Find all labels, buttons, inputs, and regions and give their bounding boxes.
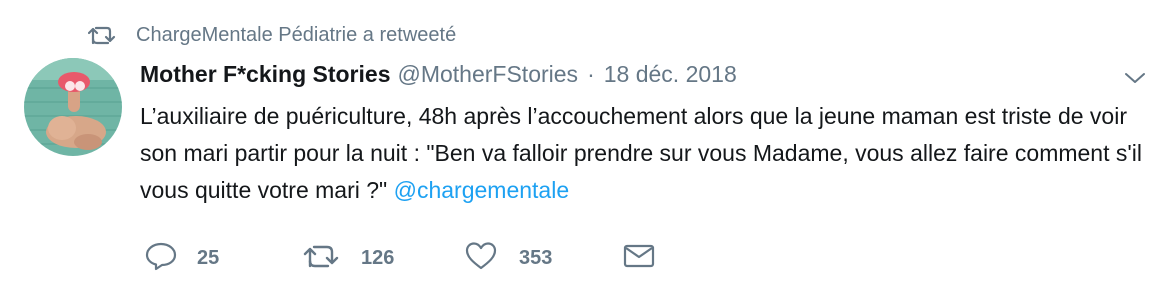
retweet-icon <box>88 24 118 46</box>
author-display-name[interactable]: Mother F*cking Stories <box>140 61 390 88</box>
retweeted-by-label[interactable]: ChargeMentale Pédiatrie a retweeté <box>136 22 456 48</box>
chevron-down-icon[interactable] <box>1124 70 1146 86</box>
reply-icon <box>145 241 177 276</box>
retweet-count: 126 <box>361 246 395 269</box>
tweet-header: Mother F*cking Stories @MotherFStories ·… <box>140 61 737 91</box>
retweet-button[interactable]: 126 <box>303 240 394 276</box>
reply-count: 25 <box>197 246 220 269</box>
envelope-icon <box>623 243 655 274</box>
like-button[interactable]: 353 <box>465 240 552 276</box>
tweet-timestamp[interactable]: 18 déc. 2018 <box>604 61 737 88</box>
tweet[interactable]: ChargeMentale Pédiatrie a retweeté Mothe… <box>0 0 1172 292</box>
tweet-text: L’auxiliaire de puériculture, 48h après … <box>140 98 1155 209</box>
heart-icon <box>465 241 497 276</box>
like-count: 353 <box>519 246 553 269</box>
direct-message-button[interactable] <box>623 240 655 276</box>
mention-link[interactable]: @chargementale <box>394 177 570 203</box>
reply-button[interactable]: 25 <box>145 240 219 276</box>
avatar[interactable] <box>24 58 122 156</box>
tweet-actions: 25 126 353 <box>145 240 685 276</box>
tweet-body: L’auxiliaire de puériculture, 48h après … <box>140 103 1142 203</box>
retweet-context: ChargeMentale Pédiatrie a retweeté <box>88 22 456 48</box>
retweet-icon <box>303 243 339 274</box>
header-separator: · <box>587 61 595 87</box>
author-screen-name[interactable]: @MotherFStories <box>397 61 578 88</box>
